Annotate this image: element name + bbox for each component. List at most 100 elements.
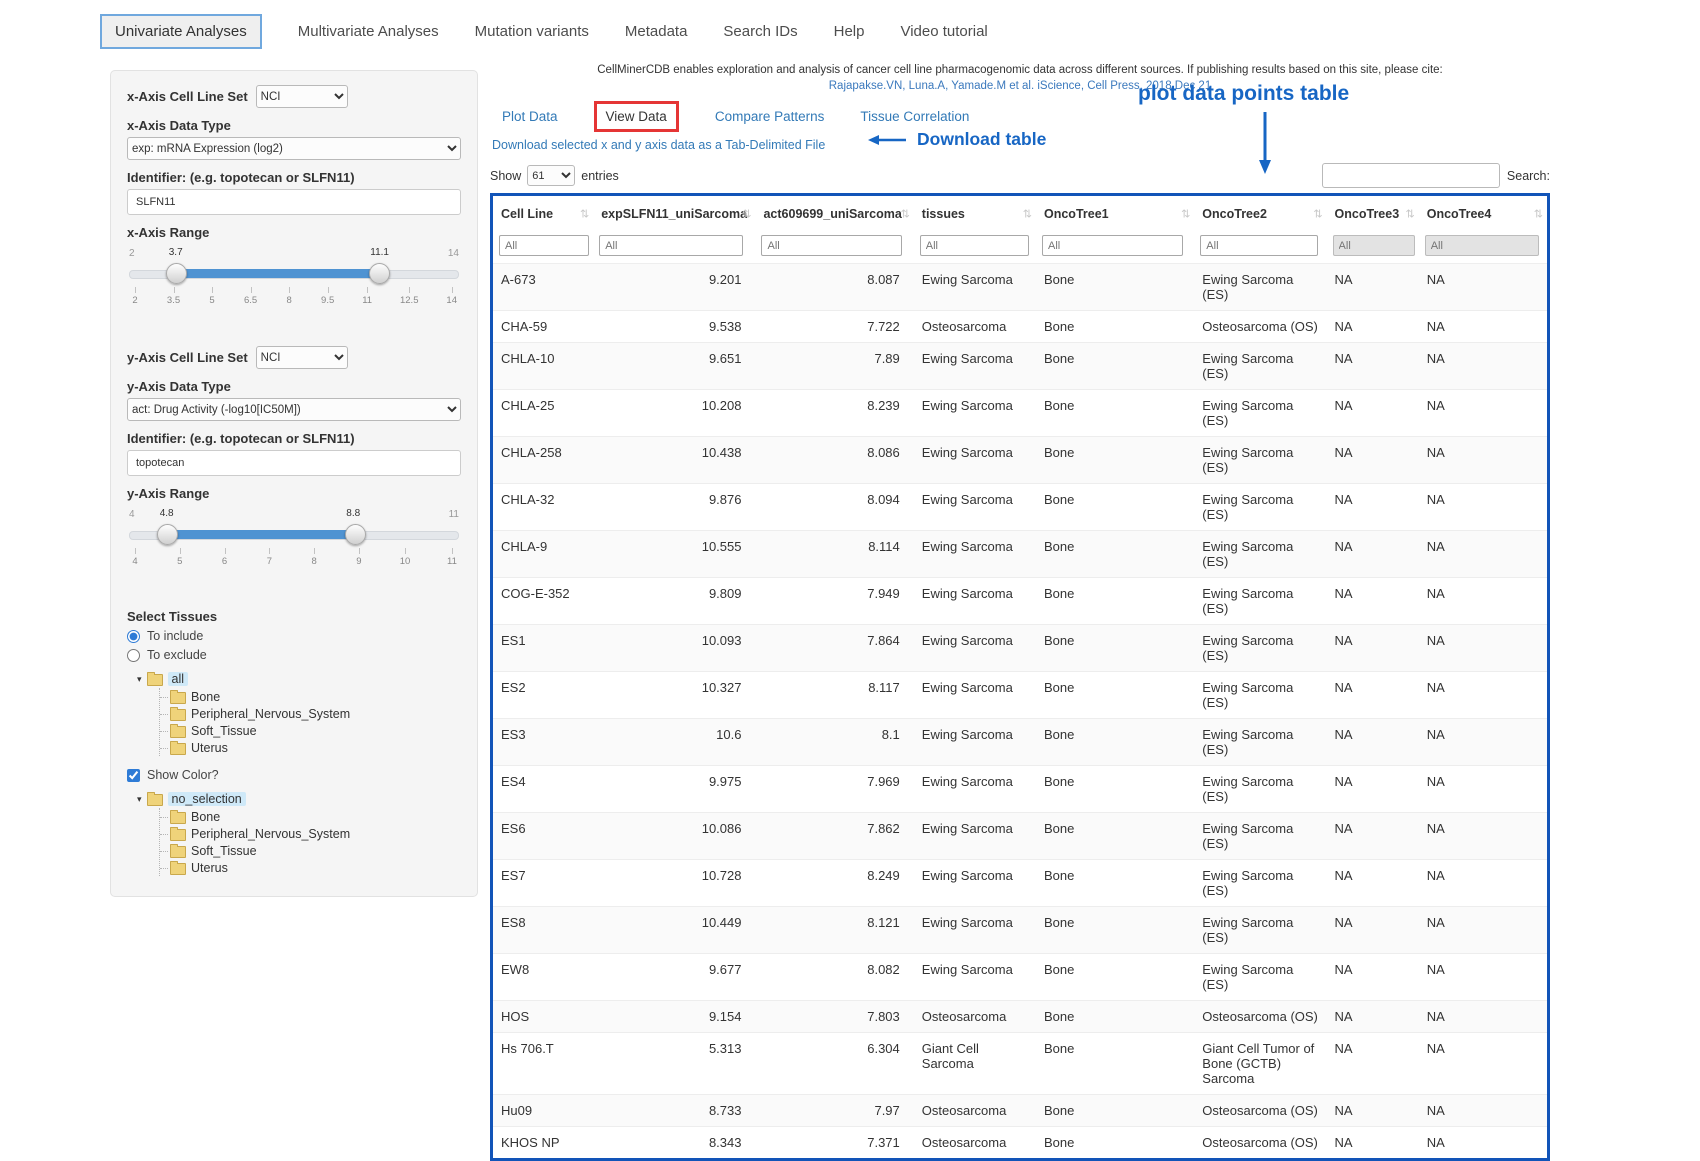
- tree-item-bone[interactable]: Bone: [160, 688, 461, 705]
- sort-icon[interactable]: ⇅: [580, 208, 589, 221]
- sort-icon[interactable]: ⇅: [1181, 208, 1190, 221]
- entries-select[interactable]: 61: [527, 165, 575, 186]
- sort-icon[interactable]: ⇅: [1534, 208, 1543, 221]
- x-axis-range-slider[interactable]: 2 14 3.7 11.1 23.556.589.51112.514: [129, 244, 459, 310]
- cell: NA: [1419, 954, 1547, 1001]
- search-group: Search:: [1322, 163, 1550, 188]
- table-row: ES710.7288.249Ewing SarcomaBoneEwing Sar…: [493, 860, 1547, 907]
- tree-root-no-selection[interactable]: ▾no_selection: [137, 792, 461, 806]
- y-axis-range-slider[interactable]: 4 11 4.8 8.8 4567891011: [129, 505, 459, 571]
- slider-from-label: 3.7: [169, 247, 183, 258]
- cell: 8.094: [755, 484, 913, 531]
- tree-item-soft-tissue[interactable]: Soft_Tissue: [160, 842, 461, 859]
- nav-tab-multivariate-analyses[interactable]: Multivariate Analyses: [298, 23, 439, 40]
- slider-tick: 11: [362, 286, 372, 306]
- column-header-oncotree2[interactable]: OncoTree2⇅: [1194, 196, 1326, 232]
- slider-tick: 11: [447, 547, 457, 567]
- column-header-oncotree3[interactable]: OncoTree3⇅: [1327, 196, 1419, 232]
- search-input[interactable]: [1322, 163, 1500, 188]
- slider-fill: [167, 530, 356, 539]
- column-filter-oncotree2[interactable]: [1200, 235, 1318, 256]
- tab-compare-patterns[interactable]: Compare Patterns: [715, 109, 825, 124]
- tree-item-uterus[interactable]: Uterus: [160, 859, 461, 876]
- tree-item-uterus[interactable]: Uterus: [160, 739, 461, 756]
- tab-view-data[interactable]: View Data: [606, 109, 667, 124]
- nav-tab-video-tutorial[interactable]: Video tutorial: [900, 23, 987, 40]
- cell: NA: [1419, 1095, 1547, 1127]
- y-axis-identifier-input[interactable]: [127, 450, 461, 476]
- column-filter-cell-line[interactable]: [499, 235, 589, 256]
- nav-tab-univariate-analyses[interactable]: Univariate Analyses: [100, 14, 262, 49]
- slider-handle-left[interactable]: [166, 263, 187, 284]
- tab-tissue-correlation[interactable]: Tissue Correlation: [860, 109, 969, 124]
- sort-icon[interactable]: ⇅: [1313, 208, 1322, 221]
- column-header-expslfn11-unisarcoma[interactable]: expSLFN11_uniSarcoma⇅: [593, 196, 755, 232]
- cell: 9.651: [593, 343, 755, 390]
- cell: EW8: [493, 954, 593, 1001]
- x-axis-data-type-select[interactable]: exp: mRNA Expression (log2): [127, 137, 461, 160]
- x-axis-cell-line-set-select[interactable]: NCI: [256, 85, 348, 108]
- cell: NA: [1419, 1127, 1547, 1159]
- cell: NA: [1327, 1001, 1419, 1033]
- cell: Ewing Sarcoma: [914, 766, 1036, 813]
- column-filter-expslfn11-unisarcoma[interactable]: [599, 235, 743, 256]
- cell: NA: [1419, 860, 1547, 907]
- column-header-cell-line[interactable]: Cell Line⇅: [493, 196, 593, 232]
- x-axis-range-label: x-Axis Range: [127, 225, 461, 240]
- tree-item-soft-tissue[interactable]: Soft_Tissue: [160, 722, 461, 739]
- cell: NA: [1327, 954, 1419, 1001]
- sort-icon[interactable]: ⇅: [1406, 208, 1415, 221]
- table-row: CHA-599.5387.722OsteosarcomaBoneOsteosar…: [493, 311, 1547, 343]
- show-color-checkbox[interactable]: [127, 769, 140, 782]
- slider-ticks: 4567891011: [131, 547, 457, 567]
- slider-handle-right[interactable]: [345, 524, 366, 545]
- nav-tab-search-ids[interactable]: Search IDs: [723, 23, 797, 40]
- slider-tick: 3.5: [167, 286, 180, 306]
- tissues-include-option[interactable]: To include: [127, 629, 461, 643]
- header-row: Cell Line⇅expSLFN11_uniSarcoma⇅act609699…: [493, 196, 1547, 232]
- column-filter-oncotree1[interactable]: [1042, 235, 1183, 256]
- y-axis-cell-line-set-select[interactable]: NCI: [256, 346, 348, 369]
- slider-ticks: 23.556.589.51112.514: [131, 286, 457, 306]
- show-color-option[interactable]: Show Color?: [127, 768, 461, 782]
- column-header-oncotree4[interactable]: OncoTree4⇅: [1419, 196, 1547, 232]
- cell: Ewing Sarcoma (ES): [1194, 578, 1326, 625]
- x-axis-identifier-input[interactable]: [127, 189, 461, 215]
- cell: Ewing Sarcoma: [914, 437, 1036, 484]
- tree-item-label: Peripheral_Nervous_System: [191, 707, 350, 721]
- cell: Osteosarcoma: [914, 1095, 1036, 1127]
- column-filter-oncotree4[interactable]: [1425, 235, 1539, 256]
- sort-icon[interactable]: ⇅: [901, 208, 910, 221]
- tab-plot-data[interactable]: Plot Data: [502, 109, 558, 124]
- column-filter-oncotree3[interactable]: [1333, 235, 1416, 256]
- tree-root-all[interactable]: ▾all: [137, 672, 461, 686]
- column-filter-act609699-unisarcoma[interactable]: [761, 235, 902, 256]
- exclude-radio[interactable]: [127, 649, 140, 662]
- cell: Ewing Sarcoma (ES): [1194, 766, 1326, 813]
- filter-cell: [493, 232, 593, 264]
- column-filter-tissues[interactable]: [920, 235, 1029, 256]
- column-header-oncotree1[interactable]: OncoTree1⇅: [1036, 196, 1194, 232]
- y-axis-data-type-select[interactable]: act: Drug Activity (-log10[IC50M]): [127, 398, 461, 421]
- slider-handle-left[interactable]: [157, 524, 178, 545]
- cell: 10.208: [593, 390, 755, 437]
- download-link[interactable]: Download selected x and y axis data as a…: [492, 138, 825, 152]
- slider-handle-right[interactable]: [369, 263, 390, 284]
- sort-icon[interactable]: ⇅: [742, 208, 751, 221]
- sort-icon[interactable]: ⇅: [1023, 208, 1032, 221]
- nav-tab-help[interactable]: Help: [834, 23, 865, 40]
- column-header-tissues[interactable]: tissues⇅: [914, 196, 1036, 232]
- tree-item-bone[interactable]: Bone: [160, 808, 461, 825]
- tree-item-peripheral-nervous-system[interactable]: Peripheral_Nervous_System: [160, 825, 461, 842]
- cell: Bone: [1036, 907, 1194, 954]
- citation-link[interactable]: Rajapakse.VN, Luna.A, Yamade.M et al. iS…: [490, 80, 1550, 92]
- cell: NA: [1327, 860, 1419, 907]
- include-radio[interactable]: [127, 630, 140, 643]
- column-header-act609699-unisarcoma[interactable]: act609699_uniSarcoma⇅: [755, 196, 913, 232]
- top-nav: Univariate Analyses Multivariate Analyses…: [100, 14, 988, 49]
- tissues-exclude-option[interactable]: To exclude: [127, 648, 461, 662]
- nav-tab-mutation-variants[interactable]: Mutation variants: [475, 23, 589, 40]
- nav-tab-metadata[interactable]: Metadata: [625, 23, 688, 40]
- cell: 8.114: [755, 531, 913, 578]
- tree-item-peripheral-nervous-system[interactable]: Peripheral_Nervous_System: [160, 705, 461, 722]
